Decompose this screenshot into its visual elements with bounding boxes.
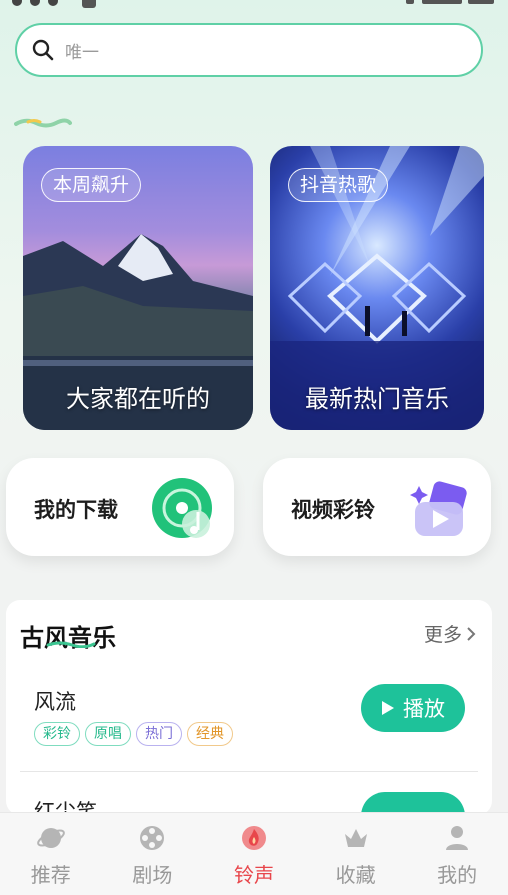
film-reel-icon bbox=[140, 826, 165, 850]
tab-ringtones[interactable]: 铃声 bbox=[203, 813, 305, 895]
video-ringtone-label: 视频彩铃 bbox=[291, 498, 375, 522]
search-icon bbox=[32, 39, 54, 61]
banner-chip: 抖音热歌 bbox=[288, 168, 389, 202]
song-tags: 彩铃 原唱 热门 经典 bbox=[34, 722, 233, 746]
banner-douyin-hits[interactable]: 抖音热歌 最新热门音乐 bbox=[270, 146, 484, 430]
play-icon bbox=[382, 701, 394, 715]
status-bar bbox=[0, 0, 508, 14]
tab-label: 我的 bbox=[437, 863, 478, 887]
tab-label: 铃声 bbox=[233, 863, 274, 887]
tab-mine[interactable]: 我的 bbox=[406, 813, 508, 895]
crown-icon bbox=[344, 829, 367, 847]
banner-chip: 本周飙升 bbox=[41, 168, 142, 202]
play-button[interactable]: 播放 bbox=[361, 684, 465, 732]
tab-theater[interactable]: 剧场 bbox=[102, 813, 204, 895]
title-underline-decoration bbox=[46, 641, 96, 648]
person-icon bbox=[446, 826, 469, 850]
divider bbox=[20, 771, 478, 772]
my-downloads-label: 我的下载 bbox=[34, 498, 118, 522]
tab-favorites[interactable]: 收藏 bbox=[305, 813, 407, 895]
more-link[interactable]: 更多 bbox=[424, 620, 476, 647]
video-ringtone-tile[interactable]: 视频彩铃 bbox=[263, 458, 491, 556]
status-icons-left bbox=[12, 0, 72, 6]
decorative-squiggle bbox=[14, 118, 72, 128]
banner-caption: 最新热门音乐 bbox=[305, 385, 449, 413]
tag-hot: 热门 bbox=[136, 722, 182, 746]
status-icons-right bbox=[406, 0, 496, 4]
tag-ringtone: 彩铃 bbox=[34, 722, 80, 746]
chevron-right-icon bbox=[467, 626, 476, 641]
flame-icon bbox=[241, 826, 266, 850]
search-input[interactable]: 唯一 bbox=[65, 38, 99, 63]
tab-recommend[interactable]: 推荐 bbox=[0, 813, 102, 895]
tab-label: 推荐 bbox=[30, 863, 71, 887]
my-downloads-tile[interactable]: 我的下载 bbox=[6, 458, 234, 556]
more-label: 更多 bbox=[423, 624, 462, 646]
notification-icon bbox=[82, 0, 96, 8]
banner-weekly-rising[interactable]: 本周飙升 大家都在听的 bbox=[23, 146, 253, 430]
tab-label: 收藏 bbox=[335, 863, 376, 887]
song-title: 风流 bbox=[34, 690, 76, 714]
ancient-music-section: 古风音乐 更多 风流 彩铃 原唱 热门 经典 播放 红尘笑 bbox=[6, 600, 492, 840]
search-bar[interactable]: 唯一 bbox=[15, 23, 483, 77]
tag-classic: 经典 bbox=[187, 722, 233, 746]
download-disc-icon bbox=[152, 478, 212, 538]
bottom-tab-bar: 推荐 剧场 铃声 收藏 我的 bbox=[0, 812, 508, 895]
tab-label: 剧场 bbox=[132, 863, 173, 887]
banner-caption: 大家都在听的 bbox=[66, 385, 210, 413]
planet-icon bbox=[36, 828, 65, 848]
video-ringtone-icon bbox=[410, 481, 467, 536]
play-label: 播放 bbox=[403, 697, 445, 721]
tag-original: 原唱 bbox=[85, 722, 131, 746]
